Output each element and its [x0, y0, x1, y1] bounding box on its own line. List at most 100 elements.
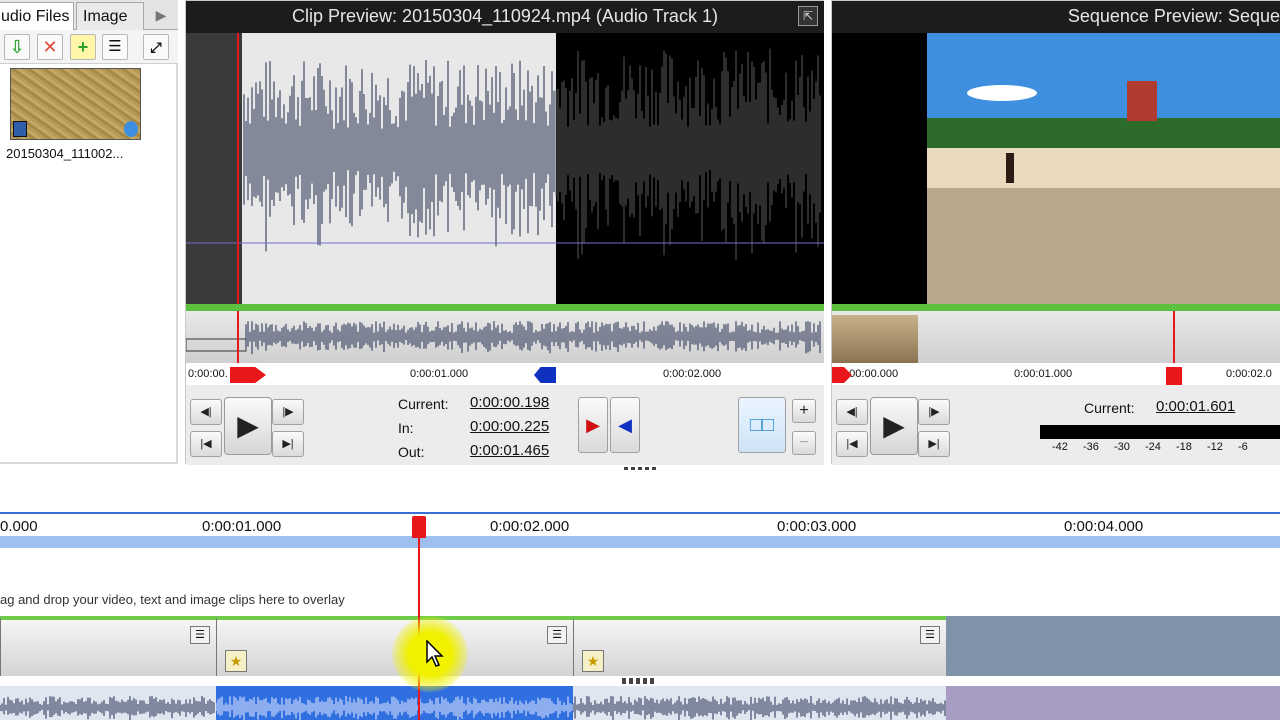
audio-clip[interactable]	[572, 686, 946, 721]
track-resize-grip-icon[interactable]	[622, 678, 656, 684]
step-forward-icon[interactable]: |▶	[272, 399, 304, 425]
clip-menu-icon[interactable]: ☰	[547, 626, 567, 644]
clip-range-bar	[186, 304, 824, 311]
sequence-controls: ◀| |◀ ▶ |▶ ▶| Current: 0:00:01.601 -42 -3…	[832, 385, 1280, 465]
sequence-thumbnail	[832, 315, 918, 363]
sequence-playhead-line	[1173, 311, 1175, 363]
import-down-arrow-icon[interactable]: ⇩	[4, 34, 30, 60]
seq-playhead-marker[interactable]	[1166, 367, 1182, 385]
timeline-ruler-label: 0.000	[0, 518, 38, 535]
current-value[interactable]: 0:00:00.198	[470, 394, 549, 411]
out-marker[interactable]	[534, 367, 556, 383]
sequence-range-bar	[832, 304, 1280, 311]
sequence-preview-panel: Sequence Preview: Seque 0:00:00.000 0:00…	[831, 0, 1280, 465]
video-clip[interactable]: ☰	[0, 616, 216, 676]
mouse-pointer-icon	[426, 639, 446, 668]
zoom-in-icon[interactable]: +	[792, 399, 816, 423]
tab-images[interactable]: Image	[76, 2, 144, 30]
in-marker[interactable]	[230, 367, 266, 383]
clip-ruler-label: 0:00:02.000	[663, 368, 722, 380]
audio-wave-svg	[0, 696, 215, 721]
timeline-ruler-label: 0:00:04.000	[1064, 518, 1144, 535]
audio-wave-svg	[572, 696, 946, 721]
empty-audio-area[interactable]	[946, 686, 1280, 720]
zoom-out-icon[interactable]: −	[792, 431, 816, 455]
seq-ruler-label: 0:00:02.0	[1226, 368, 1272, 380]
media-bin-panel: udio Files Image ▶ ⇩ ✕ + ☰ ⤢ 20150304_11…	[0, 0, 178, 464]
seq-current-value[interactable]: 0:00:01.601	[1156, 398, 1235, 415]
audio-clip-selected[interactable]	[215, 686, 573, 721]
media-tabs: udio Files Image ▶	[0, 0, 178, 30]
clip-controls: ◀| |◀ ▶ |▶ ▶| Current: 0:00:00.198 In: 0…	[186, 385, 824, 465]
meter-tick-label: -24	[1145, 441, 1161, 453]
out-label: Out:	[398, 444, 425, 460]
meter-scale: -42 -36 -30 -24 -18 -12 -6	[1052, 441, 1280, 457]
sequence-video-frame[interactable]	[832, 33, 1280, 304]
place-on-sequence-icon[interactable]: □□	[738, 397, 786, 453]
expand-window-icon[interactable]: ⤢	[143, 34, 169, 60]
step-back-icon[interactable]: ◀|	[190, 399, 222, 425]
sequence-preview-title: Sequence Preview: Seque	[832, 1, 1280, 33]
audio-wave-svg	[215, 696, 573, 721]
timeline-ruler-label: 0:00:03.000	[777, 518, 857, 535]
remove-x-icon[interactable]: ✕	[37, 34, 63, 60]
seq-step-back-icon[interactable]: ◀|	[836, 399, 868, 425]
in-label: In:	[398, 420, 414, 436]
meter-tick-label: -6	[1238, 441, 1248, 453]
seq-current-label: Current:	[1084, 400, 1135, 416]
media-toolbar: ⇩ ✕ + ☰ ⤢	[0, 30, 178, 64]
seq-go-end-icon[interactable]: ▶|	[918, 431, 950, 457]
overview-wave-svg	[185, 311, 821, 363]
seq-step-forward-icon[interactable]: |▶	[918, 399, 950, 425]
go-start-icon[interactable]: |◀	[190, 431, 222, 457]
set-in-button[interactable]: ▶	[578, 397, 608, 453]
clip-waveform-svg	[186, 33, 824, 304]
timeline-playhead-handle[interactable]	[412, 516, 426, 538]
current-label: Current:	[398, 396, 449, 412]
go-end-icon[interactable]: ▶|	[272, 431, 304, 457]
seq-play-button[interactable]: ▶	[870, 397, 918, 455]
thumbnail-label: 20150304_111002...	[6, 146, 124, 161]
meter-tick-label: -42	[1052, 441, 1068, 453]
tab-scroll-right-icon[interactable]: ▶	[150, 4, 172, 26]
clip-effects-star-icon[interactable]: ★	[225, 650, 247, 672]
beach-video-svg	[927, 33, 1280, 304]
video-film-icon	[13, 121, 27, 137]
sequence-ruler[interactable]: 0:00:00.000 0:00:01.000 0:00:02.0	[832, 363, 1280, 385]
empty-track-area[interactable]	[946, 616, 1280, 676]
clip-overview-waveform[interactable]	[185, 311, 824, 363]
in-value[interactable]: 0:00:00.225	[470, 418, 549, 435]
undock-icon[interactable]: ⇱	[798, 6, 818, 26]
meter-tick-label: -36	[1083, 441, 1099, 453]
sequence-overview[interactable]	[832, 311, 1280, 363]
tab-audio-files[interactable]: udio Files	[0, 2, 74, 30]
clip-ruler[interactable]: 0:00:00. 0:00:01.000 0:00:02.000	[186, 363, 824, 385]
timeline-ruler-label: 0:00:01.000	[202, 518, 282, 535]
clip-ruler-label: 0:00:00.	[188, 368, 228, 380]
clip-effects-star-icon[interactable]: ★	[582, 650, 604, 672]
timeline-ruler-label: 0:00:02.000	[490, 518, 570, 535]
timeline-panel: 0.000 0:00:01.000 0:00:02.000 0:00:03.00…	[0, 470, 1280, 721]
clip-menu-icon[interactable]: ☰	[920, 626, 940, 644]
audio-note-icon	[124, 121, 138, 137]
seq-ruler-label: 0:00:01.000	[1014, 368, 1073, 380]
clip-menu-icon[interactable]: ☰	[190, 626, 210, 644]
timeline-work-area[interactable]	[0, 536, 1280, 548]
video-clip[interactable]: ☰ ★	[573, 616, 946, 676]
media-thumbnail[interactable]	[10, 68, 141, 140]
out-value[interactable]: 0:00:01.465	[470, 442, 549, 459]
clip-preview-panel: Clip Preview: 20150304_110924.mp4 (Audio…	[185, 0, 824, 473]
volume-meter	[1040, 425, 1280, 439]
clip-waveform[interactable]	[186, 33, 824, 304]
audio-clip[interactable]	[0, 686, 216, 721]
meter-tick-label: -30	[1114, 441, 1130, 453]
set-out-button[interactable]: ◀	[610, 397, 640, 453]
clip-ruler-label: 0:00:01.000	[410, 368, 469, 380]
add-file-icon[interactable]: +	[70, 34, 96, 60]
seq-go-start-icon[interactable]: |◀	[836, 431, 868, 457]
list-view-icon[interactable]: ☰	[102, 34, 128, 60]
meter-tick-label: -12	[1207, 441, 1223, 453]
clip-preview-title: Clip Preview: 20150304_110924.mp4 (Audio…	[186, 1, 824, 33]
clip-play-button[interactable]: ▶	[224, 397, 272, 455]
overlay-track-hint: ag and drop your video, text and image c…	[0, 592, 345, 607]
